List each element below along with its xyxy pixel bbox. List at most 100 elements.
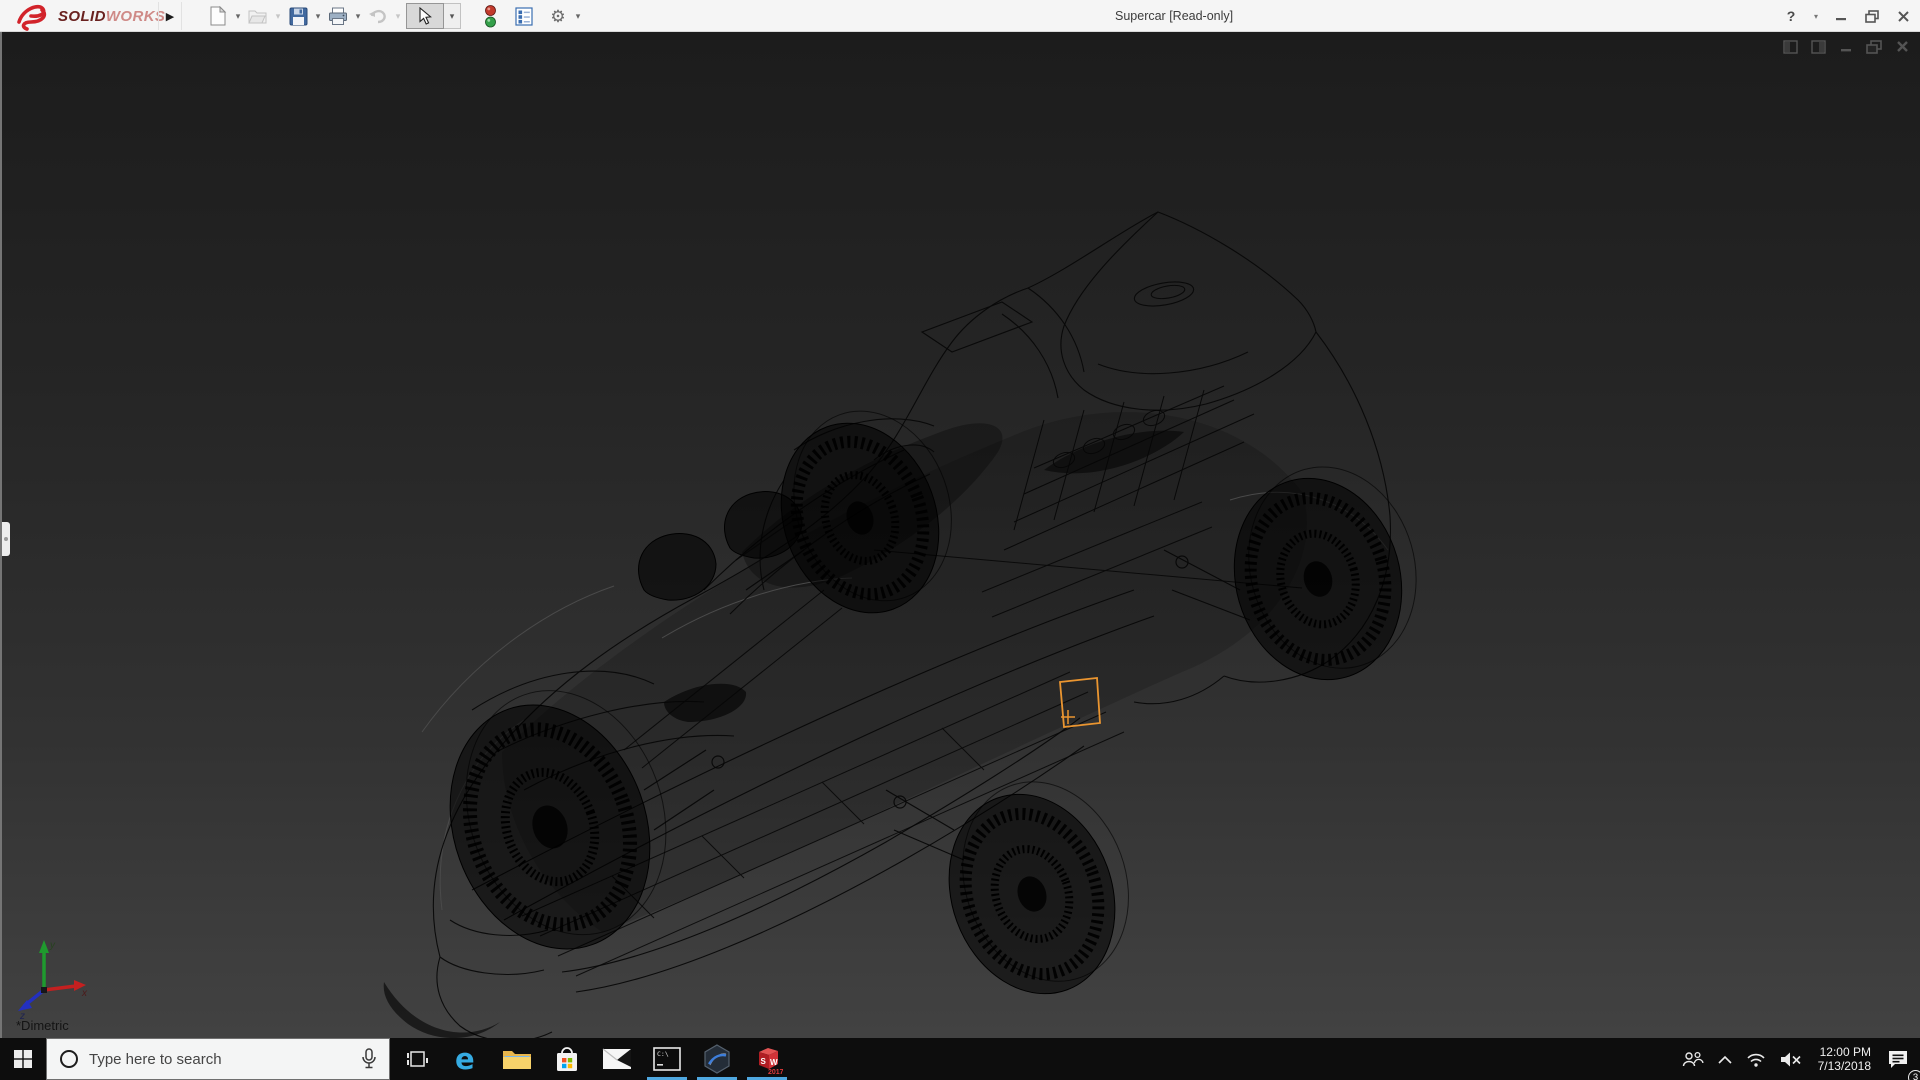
solidworks-app-button[interactable]: S W 2017 (742, 1038, 792, 1080)
rebuild-button[interactable] (478, 4, 502, 28)
open-icon (248, 7, 268, 25)
action-center-button[interactable]: 3 (1880, 1038, 1916, 1080)
svg-text:2017: 2017 (768, 1069, 783, 1075)
car-wireframe-model (2, 32, 1920, 1038)
pane-left-icon (1783, 40, 1798, 54)
doc-minimize-button[interactable] (1838, 39, 1854, 54)
menu-flyout-arrow-icon[interactable]: ▶ (158, 2, 182, 30)
help-button[interactable]: ? (1780, 5, 1802, 27)
graphics-viewport[interactable]: y x z *Dimetric (0, 32, 1920, 1038)
taskbar-search[interactable] (46, 1038, 390, 1080)
task-view-icon (406, 1050, 428, 1068)
collapsed-panel-tab[interactable] (2, 522, 10, 556)
options-button[interactable]: ⚙ (546, 4, 570, 28)
taskbar-clock[interactable]: 12:00 PM 7/13/2018 (1809, 1045, 1880, 1073)
file-properties-icon (515, 7, 533, 26)
action-center-icon (1887, 1049, 1909, 1069)
speaker-muted-icon (1780, 1052, 1802, 1067)
document-window-controls (1782, 39, 1910, 54)
solidworks-logo: SOLIDWORKS (12, 0, 165, 32)
windows-taskbar: e (0, 1038, 1920, 1080)
show-hidden-icons-button[interactable] (1711, 1038, 1739, 1080)
open-button[interactable] (246, 4, 270, 28)
open-dropdown[interactable]: ▾ (270, 4, 286, 28)
save-icon (289, 7, 308, 26)
brand-works: WORKS (106, 8, 166, 25)
cortana-icon[interactable] (60, 1050, 78, 1068)
undo-button[interactable] (366, 4, 390, 28)
help-dropdown[interactable]: ▾ (1811, 5, 1821, 27)
view-orientation-label: *Dimetric (16, 1018, 69, 1033)
microphone-icon[interactable] (361, 1048, 377, 1070)
doc-close-button[interactable] (1894, 39, 1910, 54)
store-button[interactable] (542, 1038, 592, 1080)
close-icon (1897, 10, 1910, 23)
triad-y-label: y (49, 940, 56, 951)
solidworks-logo-icon (12, 1, 54, 31)
task-view-button[interactable] (392, 1038, 442, 1080)
doc-minimize-icon (1840, 41, 1852, 53)
system-tray: 12:00 PM 7/13/2018 3 (1675, 1038, 1916, 1080)
rebuild-stoplight-icon (484, 5, 497, 28)
file-explorer-icon (502, 1047, 532, 1071)
mail-icon (602, 1048, 632, 1070)
wheel-front-right (920, 758, 1158, 1017)
wifi-icon (1746, 1052, 1766, 1067)
edge-button[interactable]: e (442, 1038, 492, 1080)
main-toolbar: ▾ ▾ (206, 3, 586, 29)
doc-restore-icon (1866, 40, 1882, 54)
people-icon (1682, 1051, 1704, 1068)
undo-icon (368, 8, 388, 25)
select-tool-group: ▾ (406, 3, 464, 29)
edge-icon: e (453, 1044, 481, 1074)
chevron-up-icon (1718, 1055, 1732, 1064)
document-title: Supercar [Read-only] (1115, 0, 1233, 32)
command-prompt-button[interactable]: C:\ (642, 1038, 692, 1080)
svg-text:e: e (455, 1044, 475, 1074)
brand-text: SOLIDWORKS (58, 8, 165, 25)
clock-time: 12:00 PM (1818, 1045, 1871, 1059)
close-button[interactable] (1892, 5, 1914, 27)
triad-x-label: x (81, 988, 88, 999)
options-dropdown[interactable]: ▾ (570, 4, 586, 28)
select-tool-button[interactable] (406, 3, 444, 29)
svg-text:W: W (770, 1058, 778, 1067)
restore-icon (1865, 10, 1879, 23)
svg-text:S: S (761, 1057, 767, 1066)
print-dropdown[interactable]: ▾ (350, 4, 366, 28)
pane-right-toggle[interactable] (1810, 39, 1826, 54)
pane-right-icon (1811, 40, 1826, 54)
save-dropdown[interactable]: ▾ (310, 4, 326, 28)
orientation-triad: y x z (14, 936, 94, 1020)
save-button[interactable] (286, 4, 310, 28)
search-input[interactable] (89, 1051, 361, 1068)
brand-solid: SOLID (58, 8, 106, 25)
file-properties-button[interactable] (512, 4, 536, 28)
svg-text:C:\: C:\ (657, 1050, 669, 1058)
hexagon-app-button[interactable] (692, 1038, 742, 1080)
minimize-button[interactable] (1830, 5, 1852, 27)
people-button[interactable] (1675, 1038, 1711, 1080)
new-document-icon (209, 6, 227, 26)
restore-button[interactable] (1861, 5, 1883, 27)
undo-dropdown[interactable]: ▾ (390, 4, 406, 28)
window-controls: ? ▾ (1780, 0, 1914, 32)
doc-restore-button[interactable] (1866, 39, 1882, 54)
mail-button[interactable] (592, 1038, 642, 1080)
command-prompt-icon: C:\ (653, 1047, 681, 1071)
minimize-icon (1835, 10, 1847, 22)
new-document-button[interactable] (206, 4, 230, 28)
network-button[interactable] (1739, 1038, 1773, 1080)
solidworks-window: SOLIDWORKS ▶ ▾ (0, 0, 1920, 1080)
new-document-dropdown[interactable]: ▾ (230, 4, 246, 28)
volume-button[interactable] (1773, 1038, 1809, 1080)
taskbar-app-icons: e (392, 1038, 792, 1080)
start-button[interactable] (0, 1038, 46, 1080)
doc-close-icon (1896, 40, 1909, 53)
file-explorer-button[interactable] (492, 1038, 542, 1080)
select-tool-dropdown[interactable]: ▾ (444, 3, 461, 29)
hexagon-app-icon (702, 1044, 732, 1074)
pane-left-toggle[interactable] (1782, 39, 1798, 54)
print-button[interactable] (326, 4, 350, 28)
notification-badge: 3 (1908, 1070, 1920, 1080)
